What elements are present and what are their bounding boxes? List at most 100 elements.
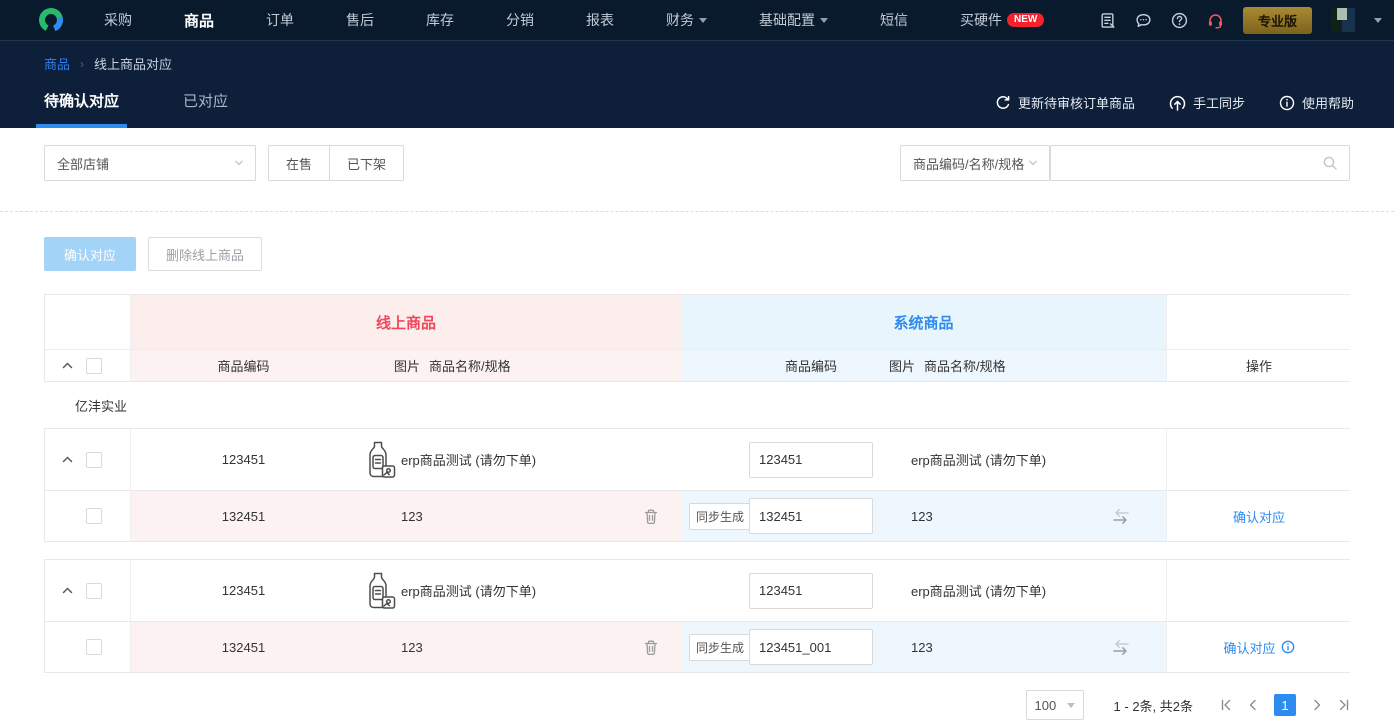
- pro-version-button[interactable]: 专业版: [1242, 6, 1312, 34]
- confirm-mapping-link[interactable]: 确认对应: [1233, 507, 1285, 526]
- nav-item-sms[interactable]: 短信: [880, 10, 908, 30]
- dashed-divider: [0, 211, 1394, 212]
- customer-service-headset-icon[interactable]: [1207, 12, 1224, 29]
- shop-select[interactable]: 全部店铺: [44, 145, 256, 181]
- system-code-input[interactable]: [749, 441, 873, 478]
- system-sku-code-input[interactable]: [749, 629, 873, 665]
- breadcrumb-separator: ›: [80, 56, 85, 71]
- caret-down-icon: [1066, 703, 1075, 712]
- swap-arrows-icon[interactable]: [1111, 639, 1131, 656]
- filter-row: 全部店铺 在售 已下架 商品编码/名称/规格: [44, 145, 1350, 183]
- caret-down-icon: [699, 18, 708, 27]
- sku-sub-row: 132451 123: [45, 621, 1351, 672]
- nav-item-purchase[interactable]: 采购: [104, 10, 132, 30]
- select-all-checkbox[interactable]: [86, 357, 102, 374]
- system-code-input[interactable]: [749, 572, 873, 609]
- online-product-mapping-page: 采购 商品 订单 售后 库存 分销 报表 财务 基础配置 短信 买硬件NEW: [0, 0, 1394, 724]
- page-header-panel: 商品 › 线上商品对应 待确认对应 已对应 更新待审核订单商品 手工同步 使用帮…: [0, 41, 1394, 128]
- confirm-mapping-link[interactable]: 确认对应: [1223, 638, 1294, 657]
- help-question-icon[interactable]: [1171, 12, 1188, 29]
- nav-item-settings[interactable]: 基础配置: [759, 10, 829, 30]
- search-icon[interactable]: [1322, 155, 1338, 171]
- row-checkbox[interactable]: [86, 582, 102, 599]
- online-sku-name: 123: [401, 508, 423, 524]
- nav-item-buy-hardware[interactable]: 买硬件 NEW: [960, 10, 1045, 30]
- shop-group-label: 亿沣实业: [75, 398, 128, 414]
- system-sku-code-input[interactable]: [749, 498, 873, 534]
- online-name-header: 商品名称/规格: [429, 359, 511, 374]
- bulk-actions: 确认对应 删除线上商品: [44, 237, 263, 271]
- breadcrumb: 商品 › 线上商品对应: [44, 54, 172, 73]
- system-image-header: 图片: [889, 359, 916, 374]
- user-menu-caret-icon[interactable]: [1374, 18, 1382, 27]
- chat-icon[interactable]: [1135, 12, 1152, 29]
- online-sku-code: 132451: [221, 639, 266, 655]
- mapping-table: 线上商品 系统商品 商品编码 图片 商品名称/规格 商品编码 图片 商品名称/规…: [44, 294, 1351, 690]
- nav-item-orders[interactable]: 订单: [266, 10, 294, 30]
- top-nav: 采购 商品 订单 售后 库存 分销 报表 财务 基础配置 短信 买硬件NEW: [0, 0, 1394, 41]
- upload-sync-icon: [1169, 95, 1186, 111]
- row-checkbox[interactable]: [86, 451, 102, 468]
- online-sku-name: 123: [401, 639, 423, 655]
- page-size-select[interactable]: 100: [1025, 690, 1084, 720]
- search-input[interactable]: [1051, 146, 1322, 180]
- first-page-button[interactable]: [1220, 699, 1232, 711]
- nav-utilities: 专业版: [1099, 6, 1382, 34]
- main-product-row: 123451 erp商品测试 (请勿下单) 123451 erp商品测试 (请勿…: [45, 429, 1351, 490]
- search-field-select[interactable]: 商品编码/名称/规格: [900, 145, 1050, 181]
- collapse-all-caret-icon[interactable]: [62, 361, 73, 370]
- system-product-name: erp商品测试 (请勿下单): [911, 453, 1047, 468]
- collapse-caret-icon[interactable]: [62, 455, 73, 464]
- report-doc-icon[interactable]: [1099, 12, 1116, 29]
- onsale-filter-button[interactable]: 在售: [269, 146, 330, 180]
- avatar[interactable]: [1331, 8, 1355, 32]
- trash-icon[interactable]: [643, 508, 659, 525]
- search-box: [1050, 145, 1350, 181]
- pager-controls: 1: [1220, 694, 1350, 716]
- breadcrumb-current: 线上商品对应: [94, 57, 173, 72]
- tab-bar: 待确认对应 已对应: [36, 90, 236, 128]
- product-bottle-image-icon[interactable]: [362, 571, 396, 611]
- swap-arrows-icon[interactable]: [1111, 508, 1131, 525]
- mapping-group-card: 123451 erp商品测试 (请勿下单) 123451 erp商品测试 (请勿…: [44, 428, 1351, 542]
- operation-header: 操作: [1166, 350, 1351, 381]
- system-product-name: erp商品测试 (请勿下单): [911, 584, 1047, 599]
- online-product-name: erp商品测试 (请勿下单): [401, 584, 537, 599]
- nav-item-distribution[interactable]: 分销: [506, 10, 534, 30]
- nav-item-reports[interactable]: 报表: [586, 10, 614, 30]
- next-page-button[interactable]: [1311, 699, 1323, 711]
- online-sku-code: 132451: [221, 508, 266, 524]
- listing-status-filter: 在售 已下架: [268, 145, 405, 181]
- delete-online-product-button[interactable]: 删除线上商品: [148, 237, 263, 271]
- trash-icon[interactable]: [643, 639, 659, 656]
- confirm-mapping-button[interactable]: 确认对应: [44, 237, 137, 271]
- row-checkbox[interactable]: [86, 639, 102, 655]
- system-code-header: 商品编码: [784, 359, 837, 374]
- manual-sync-link[interactable]: 手工同步: [1169, 93, 1245, 112]
- usage-help-link[interactable]: 使用帮助: [1279, 93, 1354, 112]
- prev-page-button[interactable]: [1247, 699, 1259, 711]
- last-page-button[interactable]: [1338, 699, 1350, 711]
- nav-item-aftersales[interactable]: 售后: [346, 10, 374, 30]
- table-section-header-row: 线上商品 系统商品: [45, 295, 1351, 349]
- tab-pending-mapping[interactable]: 待确认对应: [36, 90, 128, 128]
- current-page-button[interactable]: 1: [1274, 694, 1296, 716]
- online-product-code: 123451: [221, 452, 266, 467]
- sku-sub-row: 132451 123: [45, 490, 1351, 541]
- main-product-row: 123451 erp商品测试 (请勿下单) 123451 erp商品测试 (请勿…: [45, 560, 1351, 621]
- chevron-down-icon: [235, 160, 243, 166]
- offshelf-filter-button[interactable]: 已下架: [329, 146, 404, 180]
- refresh-icon: [996, 95, 1010, 109]
- collapse-caret-icon[interactable]: [62, 586, 73, 595]
- tab-mapped[interactable]: 已对应: [175, 90, 236, 128]
- refresh-pending-orders-link[interactable]: 更新待审核订单商品: [995, 93, 1135, 112]
- nav-item-finance[interactable]: 财务: [666, 10, 708, 30]
- nav-item-products[interactable]: 商品: [184, 10, 214, 31]
- app-logo-icon[interactable]: [38, 7, 64, 33]
- product-bottle-image-icon[interactable]: [362, 440, 396, 480]
- breadcrumb-root[interactable]: 商品: [44, 54, 70, 73]
- new-badge: NEW: [1007, 13, 1045, 27]
- info-icon[interactable]: [1281, 640, 1295, 654]
- nav-item-inventory[interactable]: 库存: [426, 10, 454, 30]
- row-checkbox[interactable]: [86, 508, 102, 524]
